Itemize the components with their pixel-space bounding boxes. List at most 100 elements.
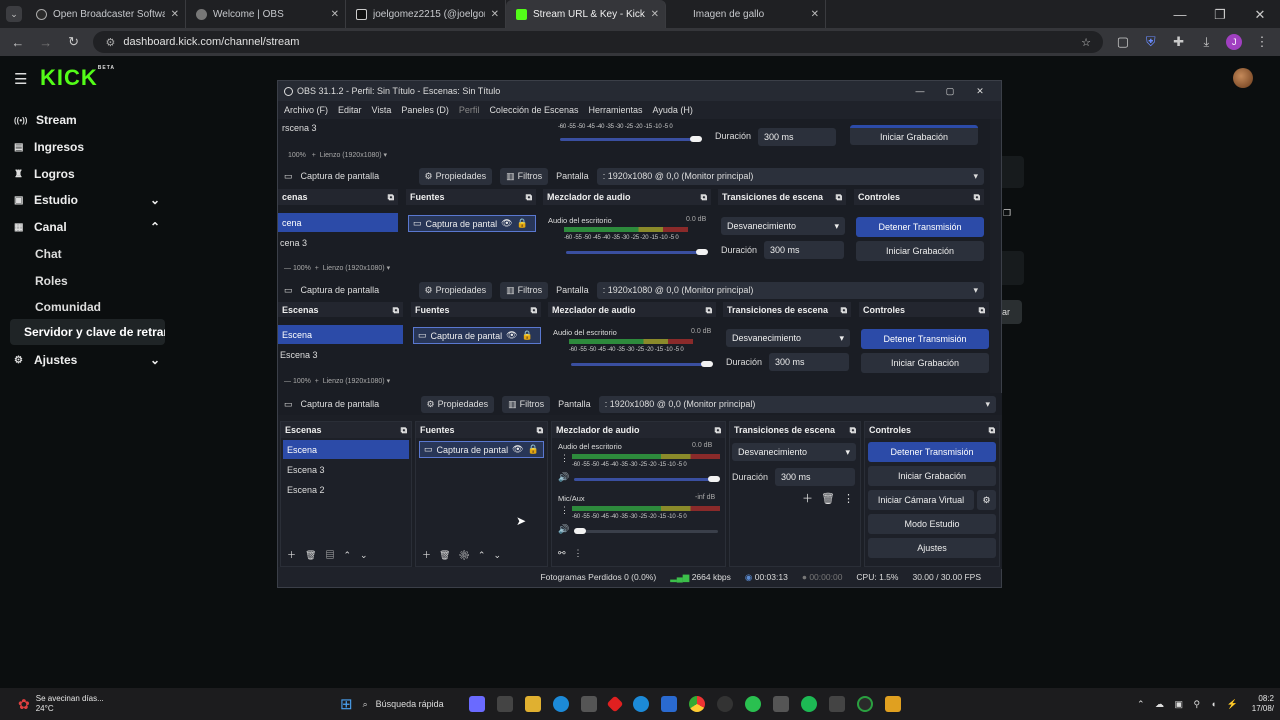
properties-button[interactable]: ⚙ Propiedades [420,395,495,413]
minimize-icon[interactable]: — [905,86,935,96]
move-down-icon[interactable]: ⌄ [360,550,377,560]
undock-icon[interactable]: ⧉ [715,425,721,436]
browser-menu-icon[interactable]: ⋮ [1254,34,1270,50]
scene-item-selected[interactable]: Escena [283,440,409,459]
spotify-icon[interactable] [800,696,817,712]
stop-streaming-button[interactable]: Detener Transmisión [856,217,984,237]
eye-icon[interactable]: 👁 [512,444,523,455]
close-tab-icon[interactable]: ✕ [331,9,339,20]
tray-icons[interactable]: ⌃ ☁ ▣ ⚲ ◖ ⚡ [1137,699,1242,710]
eye-icon[interactable]: 👁 [506,330,517,341]
chrome-icon[interactable] [688,696,705,712]
volume-knob[interactable] [690,136,702,142]
display-dropdown[interactable]: : 1920x1080 @ 0,0 (Monitor principal) ▾ [596,167,984,185]
minimize-window-icon[interactable]: — [1160,7,1200,28]
copy-icon[interactable]: ❐ [1003,208,1011,219]
kebab-icon[interactable]: ⋮ [574,548,591,558]
volume-slider[interactable] [574,530,718,533]
close-tab-icon[interactable]: ✕ [811,9,819,20]
maximize-icon[interactable]: ▢ [935,86,965,97]
duration-input[interactable]: 300 ms [769,353,849,371]
site-info-icon[interactable]: ⚙ [105,36,115,49]
start-recording-button[interactable]: Iniciar Grabación [850,125,978,145]
properties-button[interactable]: ⚙ Propiedades [418,167,493,185]
nav-logros[interactable]: ♜ Logros [14,167,75,181]
filters-button[interactable]: ▥ Filtros [500,281,549,299]
volume-slider[interactable] [571,363,707,366]
transition-dropdown[interactable]: Desvanecimiento ▾ [726,329,850,347]
app-icon[interactable] [772,696,789,712]
address-bar[interactable]: ⚙ dashboard.kick.com/channel/stream ☆ [93,31,1103,53]
weather-widget[interactable]: ✿ Se avecinan días... 24°C [0,694,340,714]
nav-estudio[interactable]: ▣ Estudio ⌄ [14,193,160,207]
scene-item[interactable]: Escena 2 [283,480,409,499]
menu-vista[interactable]: Vista [372,105,392,115]
menu-perfil[interactable]: Perfil [459,105,480,115]
duration-input[interactable]: 300 ms [775,468,855,486]
shield-extension-icon[interactable]: ⛨ [1143,34,1159,50]
browser-tab[interactable]: joelgomez2215 (@joelgomez2 ✕ [346,0,506,28]
stop-streaming-button[interactable]: Detener Transmisión [868,442,996,462]
undock-icon[interactable]: ⧉ [850,425,856,436]
menu-editar[interactable]: Editar [338,105,362,115]
edge-icon[interactable] [552,696,569,712]
undock-icon[interactable]: ⧉ [989,425,995,436]
filters-button[interactable]: ▥ Filtros [502,395,551,413]
studio-mode-button[interactable]: Modo Estudio [868,514,996,534]
whatsapp-icon[interactable] [744,696,761,712]
reset-button[interactable]: ar [1002,300,1022,324]
lock-icon[interactable]: 🔒 [517,218,528,229]
menu-coleccion[interactable]: Colección de Escenas [489,105,578,115]
nav-canal[interactable]: ▦ Canal ⌃ [14,220,160,234]
remove-transition-icon[interactable]: 🗑 [821,493,843,505]
extension-icon[interactable]: ▢ [1115,34,1131,50]
duration-input[interactable]: 300 ms [758,128,836,146]
volume-knob[interactable] [574,528,586,534]
source-settings-icon[interactable]: ⚙ [458,550,477,560]
app-icon[interactable] [884,696,901,712]
back-icon[interactable]: ← [10,35,26,50]
duration-input[interactable]: 300 ms [764,241,844,259]
scene-item[interactable]: Escena 3 [283,460,409,479]
clock[interactable]: 08:2 17/08/ [1242,694,1280,714]
kebab-icon[interactable]: ⋮ [560,505,569,516]
add-source-icon[interactable]: ＋ [422,550,439,560]
source-item[interactable]: ▭ Captura de pantal 👁 🔒 [413,327,541,344]
xbox-icon[interactable] [856,696,873,712]
properties-button[interactable]: ⚙ Propiedades [418,281,493,299]
add-scene-icon[interactable]: ＋ [287,550,305,560]
browser-tab-active[interactable]: Stream URL & Key - Kick Dashb ✕ [506,0,666,28]
display-dropdown[interactable]: : 1920x1080 @ 0,0 (Monitor principal) ▾ [596,281,984,299]
volume-knob[interactable] [701,361,713,367]
start-recording-button[interactable]: Iniciar Grabación [868,466,996,486]
undock-icon[interactable]: ⧉ [401,425,407,436]
app-icon[interactable] [632,696,649,712]
nav-ajustes[interactable]: ⚙ Ajustes ⌄ [14,353,160,367]
source-item[interactable]: ▭ Captura de pantal 👁 🔒 [408,215,536,232]
remove-source-icon[interactable]: 🗑 [439,550,458,560]
move-up-icon[interactable]: ⌃ [478,550,494,560]
explorer-icon[interactable] [524,696,541,712]
add-transition-icon[interactable]: ＋ [802,493,821,505]
close-window-icon[interactable]: ✕ [1240,7,1280,28]
forward-icon[interactable]: → [38,35,54,50]
move-down-icon[interactable]: ⌄ [493,550,509,560]
scene-filters-icon[interactable]: ▤ [325,550,343,560]
stop-streaming-button[interactable]: Detener Transmisión [861,329,989,349]
source-item[interactable]: ▭ Captura de pantal 👁 🔒 [419,441,544,458]
settings-button[interactable]: Ajustes [868,538,996,558]
app-icon[interactable] [828,696,845,712]
remove-scene-icon[interactable]: 🗑 [305,550,325,560]
transition-dropdown[interactable]: Desvanecimiento ▾ [732,443,856,461]
menu-ayuda[interactable]: Ayuda (H) [653,105,693,115]
nav-sub-comunidad[interactable]: Comunidad [35,300,101,314]
kick-logo[interactable]: KICKBETA [40,65,115,91]
scene-item-selected[interactable]: cena [278,213,398,232]
link-icon[interactable]: ⚯ [558,548,574,558]
app-icon[interactable] [496,696,513,712]
display-dropdown[interactable]: : 1920x1080 @ 0,0 (Monitor principal) ▾ [598,395,996,413]
volume-slider[interactable] [560,138,696,141]
reload-icon[interactable]: ↻ [66,34,82,50]
app-icon[interactable] [716,696,733,712]
lock-icon[interactable]: 🔒 [522,330,533,341]
